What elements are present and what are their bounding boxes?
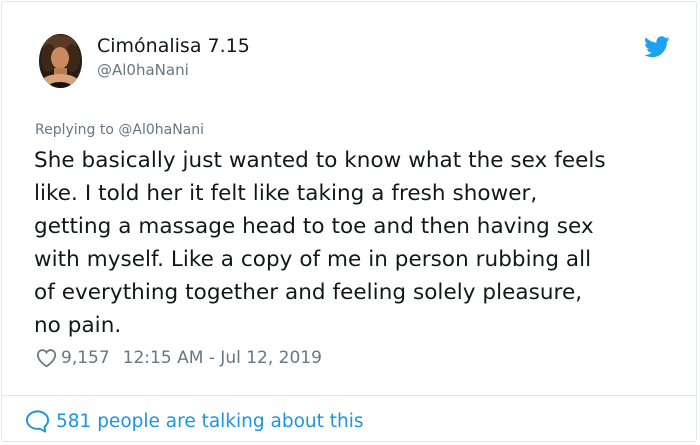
tweet-text: She basically just wanted to know what t… xyxy=(34,148,606,338)
divider xyxy=(2,395,696,396)
speech-bubble-icon xyxy=(25,410,50,433)
avatar[interactable] xyxy=(39,34,82,88)
twitter-bird-icon[interactable] xyxy=(644,36,670,58)
replying-to[interactable]: Replying to @Al0haNani xyxy=(35,122,204,138)
timestamp[interactable]: 12:15 AM - Jul 12, 2019 xyxy=(123,348,322,368)
tweet-meta: 9,157 12:15 AM - Jul 12, 2019 xyxy=(36,346,322,370)
conversation-text: 581 people are talking about this xyxy=(56,410,364,432)
tweet-card: Cimónalisa 7.15 @Al0haNani Replying to @… xyxy=(1,1,697,442)
display-name[interactable]: Cimónalisa 7.15 xyxy=(97,35,250,57)
avatar-image xyxy=(39,34,82,88)
user-handle[interactable]: @Al0haNani xyxy=(97,61,189,79)
like-count[interactable]: 9,157 xyxy=(61,348,110,368)
conversation-link[interactable]: 581 people are talking about this xyxy=(25,407,364,435)
heart-icon[interactable] xyxy=(36,348,57,368)
